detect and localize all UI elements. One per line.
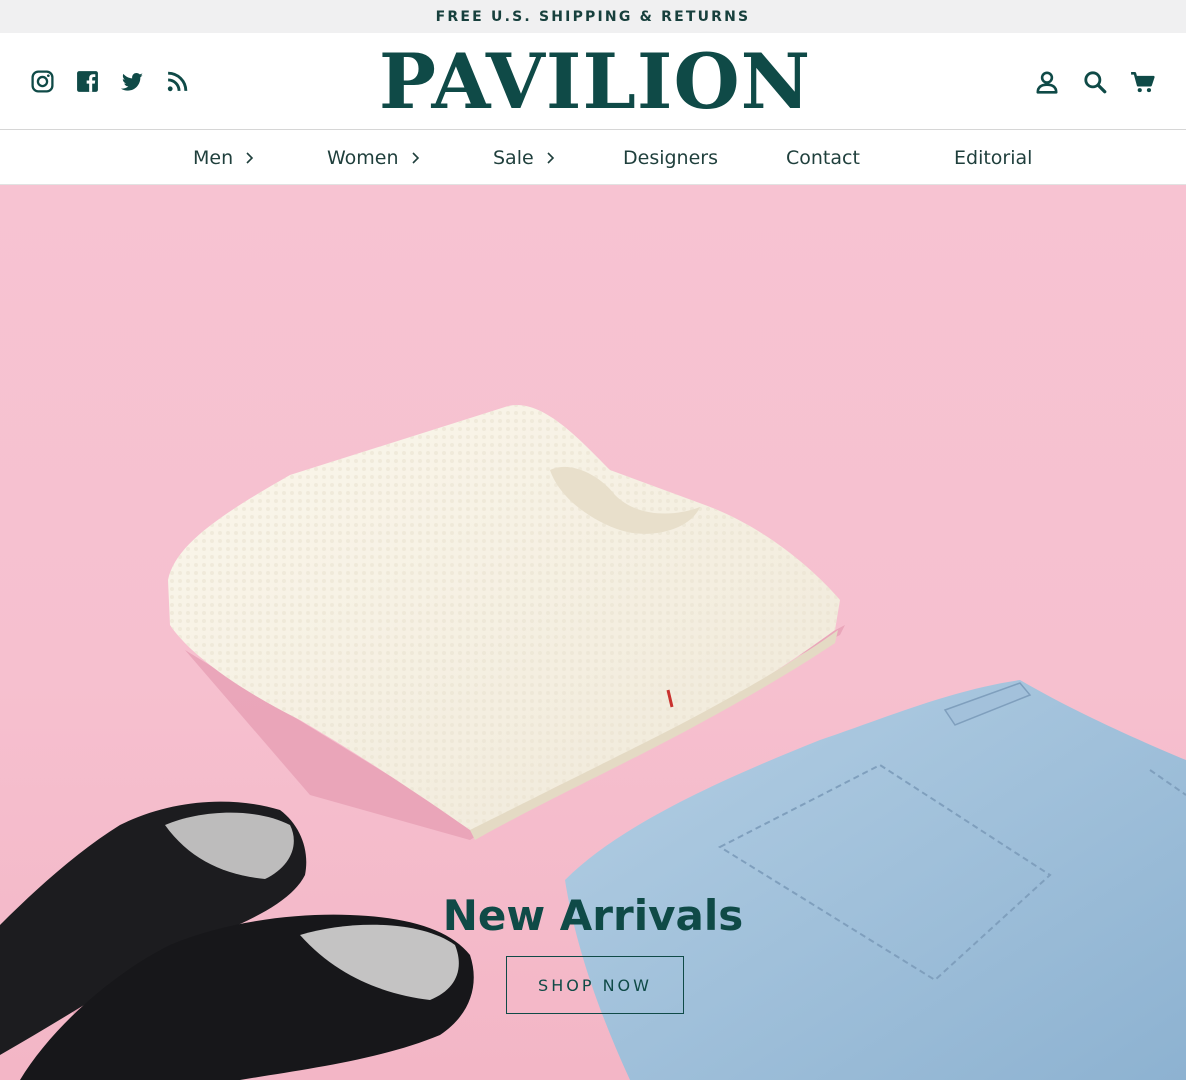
hero-banner: New Arrivals SHOP NOW [0,185,1186,1080]
facebook-icon[interactable] [75,69,100,94]
chevron-right-icon [246,151,254,164]
hero-title: New Arrivals [442,891,744,940]
nav-item-editorial[interactable]: Editorial [954,130,1032,185]
site-header: PAVILION [0,33,1186,130]
nav-label-designers: Designers [623,146,718,169]
nav-item-women[interactable]: Women [327,130,421,185]
header-utilities [1034,69,1156,95]
search-icon[interactable] [1082,69,1108,95]
nav-item-men[interactable]: Men [193,130,255,185]
nav-label-women: Women [327,146,399,169]
hero-image [0,405,1186,1080]
twitter-icon[interactable] [120,69,145,94]
chevron-right-icon [411,151,419,164]
nav-label-editorial: Editorial [954,146,1033,169]
announcement-text: FREE U.S. SHIPPING & RETURNS [435,8,751,25]
rss-icon[interactable] [165,69,190,94]
nav-label-sale: Sale [493,146,534,169]
nav-item-contact[interactable]: Contact [786,130,860,185]
cart-icon[interactable] [1130,69,1156,95]
nav-item-designers[interactable]: Designers [623,130,718,185]
site-logo[interactable]: PAVILION [360,37,830,126]
logo-text: PAVILION [378,36,812,126]
nav-label-contact: Contact [786,146,860,169]
instagram-icon[interactable] [30,69,55,94]
shoes-image [0,801,474,1080]
social-links [30,69,190,94]
account-icon[interactable] [1034,69,1060,95]
main-navigation: Men Women Sale Designers Contact Editori… [0,130,1186,185]
announcement-bar: FREE U.S. SHIPPING & RETURNS [0,0,1186,33]
chevron-right-icon [547,151,554,164]
shop-now-button[interactable]: SHOP NOW [506,956,684,1014]
nav-item-sale[interactable]: Sale [493,130,556,185]
nav-label-men: Men [193,146,234,169]
